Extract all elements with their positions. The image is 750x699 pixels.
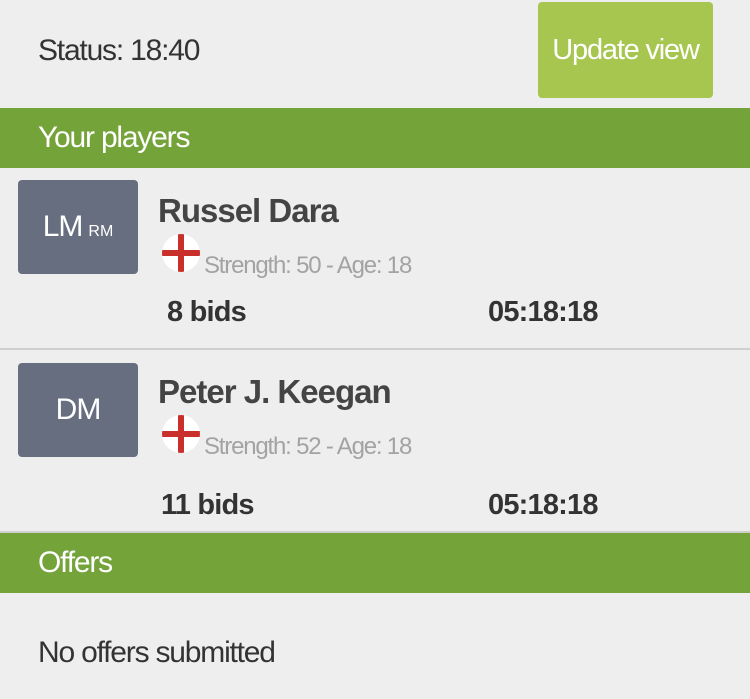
player-row[interactable]: DM Peter J. Keegan Strength: 52 - Age: 1…: [0, 351, 750, 533]
bid-count: 8 bids: [167, 296, 247, 328]
your-players-header: Your players: [0, 108, 750, 168]
england-flag-icon: [162, 234, 200, 272]
player-name[interactable]: Peter J. Keegan: [158, 373, 392, 411]
transfer-page: Status: 18:40 Update view Your players L…: [0, 0, 750, 699]
position-badge: DM: [18, 363, 138, 457]
top-bar: Status: 18:40 Update view: [0, 0, 750, 108]
player-name[interactable]: Russel Dara: [158, 192, 339, 230]
offers-header: Offers: [0, 533, 750, 593]
player-row[interactable]: LM RM Russel Dara Strength: 50 - Age: 18…: [0, 168, 750, 350]
update-view-button[interactable]: Update view: [538, 2, 713, 98]
time-remaining: 05:18:18: [488, 489, 598, 521]
position-badge: LM RM: [18, 180, 138, 274]
empty-offers-message: No offers submitted: [38, 636, 276, 669]
player-info: Strength: 52 - Age: 18: [204, 433, 412, 460]
bid-count: 11 bids: [161, 489, 255, 521]
player-info: Strength: 50 - Age: 18: [204, 252, 412, 279]
status-text: Status: 18:40: [38, 34, 200, 67]
primary-position: LM: [42, 210, 84, 243]
england-flag-icon: [162, 415, 200, 453]
primary-position: DM: [55, 393, 102, 426]
secondary-position: RM: [88, 223, 114, 240]
time-remaining: 05:18:18: [488, 296, 598, 328]
